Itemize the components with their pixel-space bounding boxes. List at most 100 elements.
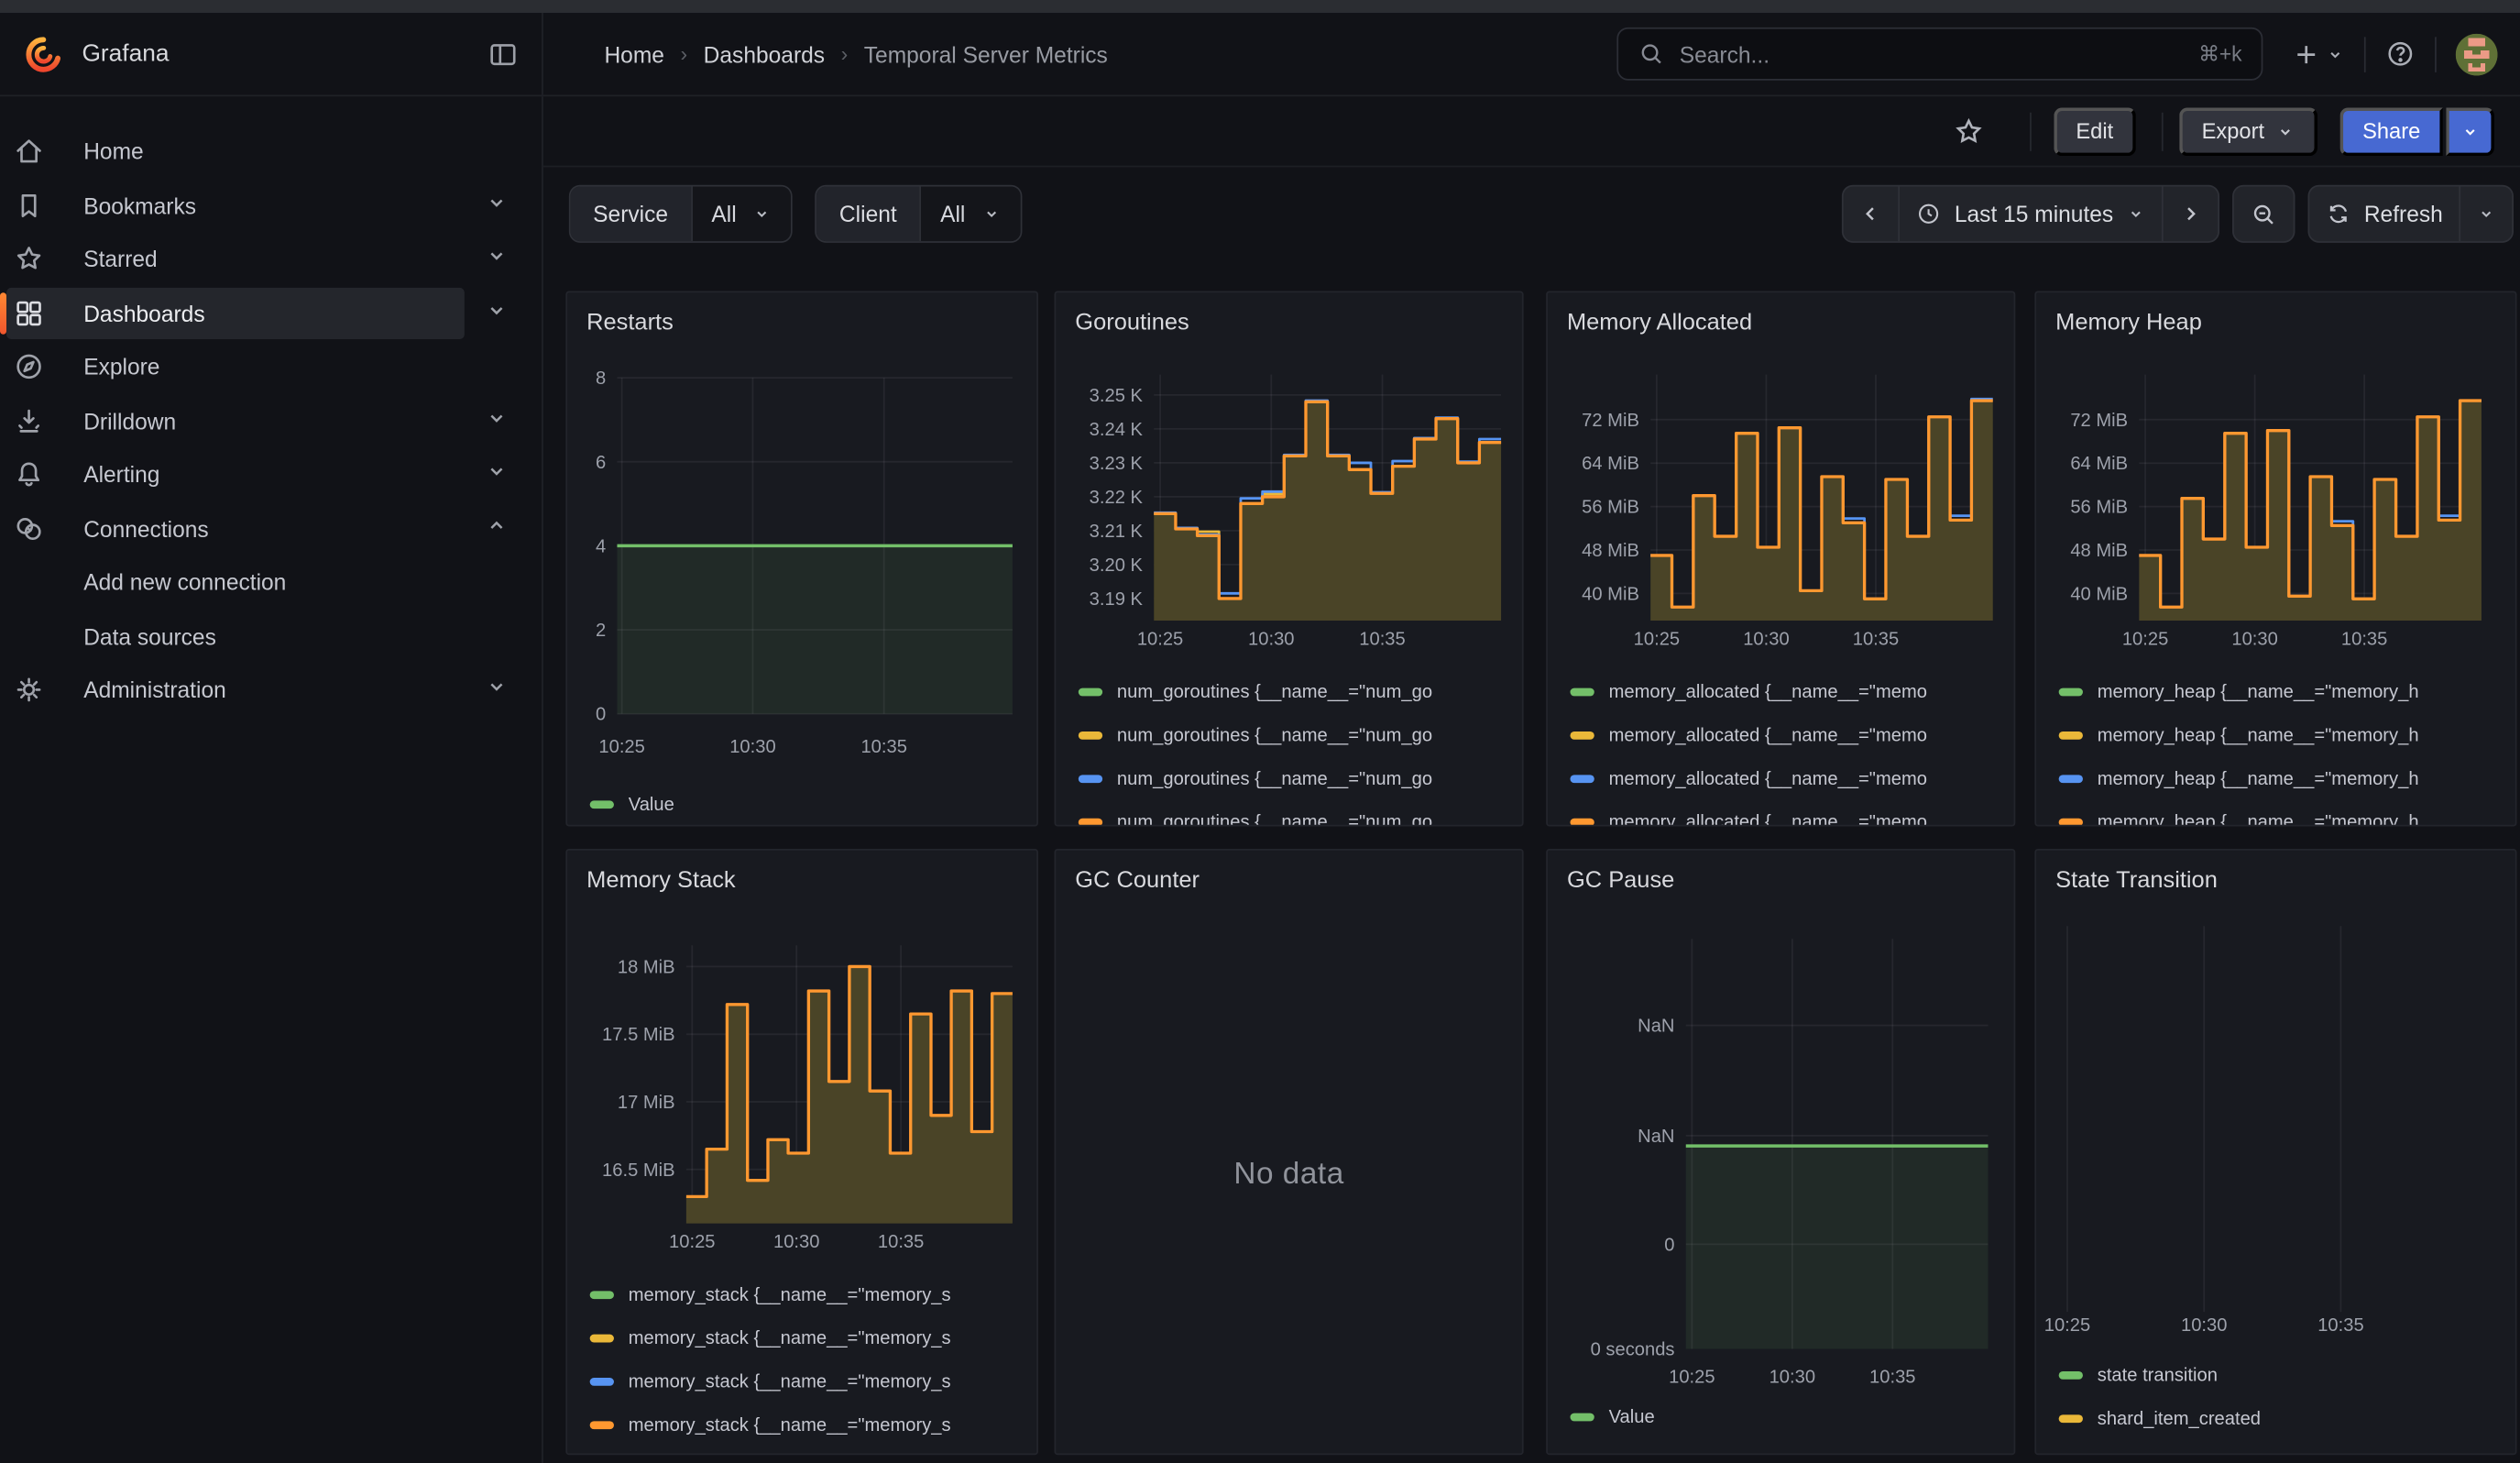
- chevron-down-icon[interactable]: [484, 297, 509, 323]
- legend-item[interactable]: memory_allocated {__name__="memo: [1570, 800, 1998, 826]
- time-range-picker[interactable]: Last 15 minutes: [1898, 186, 2161, 241]
- sidebar-link[interactable]: Drilldown: [6, 395, 465, 446]
- zoom-out-button[interactable]: [2234, 186, 2294, 241]
- svg-text:3.24 K: 3.24 K: [1090, 420, 1144, 440]
- legend-item[interactable]: shard_item_created: [2059, 1397, 2500, 1440]
- refresh-button[interactable]: Refresh: [2309, 186, 2459, 241]
- panel-title[interactable]: Restarts: [567, 292, 1036, 339]
- share-button[interactable]: Share: [2340, 107, 2443, 156]
- panel-chart[interactable]: 10:2510:3010:3518 MiB17.5 MiB17 MiB16.5 …: [567, 923, 1036, 1264]
- sidebar-link[interactable]: Alerting: [6, 448, 465, 500]
- sidebar-item-bookmarks: Bookmarks: [6, 180, 535, 231]
- legend-item[interactable]: memory_stack {__name__="memory_s: [590, 1316, 1021, 1359]
- svg-text:10:30: 10:30: [2181, 1315, 2227, 1336]
- help-button[interactable]: [2385, 38, 2416, 69]
- favorite-star-icon[interactable]: [1952, 115, 1984, 147]
- svg-text:6: 6: [596, 453, 606, 473]
- star-icon: [13, 243, 45, 275]
- panel-title[interactable]: GC Pause: [1548, 851, 2014, 897]
- legend-item[interactable]: memory_stack {__name__="memory_s: [590, 1360, 1021, 1403]
- legend-item[interactable]: state transition: [2059, 1354, 2500, 1397]
- legend-item[interactable]: memory_stack {__name__="memory_s: [590, 1273, 1021, 1316]
- sidebar-link[interactable]: Bookmarks: [6, 180, 465, 231]
- link-icon: [13, 512, 45, 544]
- panel-gcpause: GC Pause 10:2510:3010:35NaNNaN00 secondsV…: [1546, 849, 2015, 1455]
- legend-item[interactable]: Value: [590, 783, 1021, 826]
- panel-title[interactable]: Memory Stack: [567, 851, 1036, 897]
- sidebar-link[interactable]: Explore: [6, 341, 465, 392]
- panel-chart[interactable]: 10:2510:3010:3586420: [567, 365, 1036, 766]
- client-variable-value[interactable]: All: [919, 186, 1020, 241]
- divider: [2435, 36, 2437, 72]
- edit-button[interactable]: Edit: [2054, 107, 2136, 156]
- legend-swatch: [1570, 776, 1594, 783]
- legend-item[interactable]: memory_heap {__name__="memory_h: [2059, 800, 2500, 826]
- chevron-down-icon[interactable]: [484, 243, 509, 269]
- share-dropdown-button[interactable]: [2446, 107, 2494, 156]
- search-input[interactable]: Search... ⌘+k: [1616, 28, 2263, 81]
- breadcrumb-home[interactable]: Home: [604, 41, 664, 67]
- legend-item[interactable]: memory_stack {__name__="memory_s: [590, 1403, 1021, 1446]
- legend-item[interactable]: num_goroutines {__name__="num_go: [1079, 670, 1507, 713]
- svg-text:10:25: 10:25: [669, 1232, 715, 1252]
- chevron-down-icon[interactable]: [484, 189, 509, 214]
- panel-title[interactable]: Memory Allocated: [1548, 292, 2014, 339]
- panel-legend: memory_heap {__name__="memory_hmemory_he…: [2036, 670, 2515, 826]
- user-avatar[interactable]: [2456, 33, 2498, 75]
- sidebar-item-label: Bookmarks: [83, 192, 196, 218]
- sidebar-link[interactable]: Add new connection: [6, 556, 465, 608]
- legend-item[interactable]: memory_heap {__name__="memory_h: [2059, 757, 2500, 800]
- chevron-down-icon: [2126, 204, 2145, 224]
- legend-item[interactable]: memory_allocated {__name__="memo: [1570, 714, 1998, 757]
- sidebar-link[interactable]: Connections: [6, 502, 465, 554]
- legend-item[interactable]: memory_allocated {__name__="memo: [1570, 757, 1998, 800]
- legend-label: memory_stack {__name__="memory_s: [629, 1372, 951, 1392]
- brand-title[interactable]: Grafana: [82, 40, 169, 68]
- chevron-up-icon[interactable]: [484, 512, 509, 538]
- panel-title[interactable]: Goroutines: [1056, 292, 1522, 339]
- panel-chart[interactable]: 10:2510:3010:35NaNNaN00 seconds: [1548, 923, 2015, 1396]
- panel-title[interactable]: Memory Heap: [2036, 292, 2515, 339]
- add-new-button[interactable]: [2292, 39, 2345, 69]
- sidebar-item-label: Dashboards: [83, 300, 204, 325]
- home-icon: [13, 135, 45, 167]
- legend-item[interactable]: num_goroutines {__name__="num_go: [1079, 714, 1507, 757]
- time-shift-forward-button[interactable]: [2162, 186, 2218, 241]
- service-variable-value[interactable]: All: [691, 186, 792, 241]
- panel-chart[interactable]: 10:2510:3010:35: [2036, 923, 2505, 1345]
- dock-sidebar-icon[interactable]: [487, 38, 519, 70]
- legend-item[interactable]: memory_heap {__name__="memory_h: [2059, 670, 2500, 713]
- panel-chart[interactable]: 10:2510:3010:353.25 K3.24 K3.23 K3.22 K3…: [1056, 365, 1523, 657]
- divider: [2030, 112, 2032, 150]
- sidebar-link[interactable]: Home: [6, 126, 465, 177]
- sidebar-link[interactable]: Data sources: [6, 610, 465, 662]
- legend-item[interactable]: num_goroutines {__name__="num_go: [1079, 757, 1507, 800]
- export-button[interactable]: Export: [2179, 107, 2317, 156]
- panel-chart[interactable]: 10:2510:3010:3572 MiB64 MiB56 MiB48 MiB4…: [2036, 365, 2505, 657]
- chevron-down-icon[interactable]: [484, 674, 509, 699]
- time-shift-back-button[interactable]: [1844, 186, 1899, 241]
- sidebar-link[interactable]: Administration: [6, 664, 465, 715]
- legend-item[interactable]: memory_allocated {__name__="memo: [1570, 670, 1998, 713]
- sidebar-item-label: Alerting: [83, 461, 159, 487]
- legend-item[interactable]: Value: [1570, 1395, 1998, 1438]
- sidebar-link[interactable]: Dashboards: [6, 287, 465, 338]
- service-variable-label: Service: [571, 186, 691, 241]
- sidebar-item-label: Home: [83, 138, 144, 164]
- panel-title[interactable]: GC Counter: [1056, 851, 1522, 897]
- sidebar-link[interactable]: Starred: [6, 233, 465, 284]
- panel-chart[interactable]: 10:2510:3010:3572 MiB64 MiB56 MiB48 MiB4…: [1548, 365, 2015, 657]
- refresh-interval-dropdown[interactable]: [2459, 186, 2512, 241]
- legend-item[interactable]: num_goroutines {__name__="num_go: [1079, 800, 1507, 826]
- svg-text:10:30: 10:30: [729, 737, 775, 757]
- chevron-down-icon[interactable]: [484, 458, 509, 484]
- breadcrumb-dashboards[interactable]: Dashboards: [704, 41, 825, 67]
- chevron-down-icon[interactable]: [484, 404, 509, 430]
- legend-item[interactable]: memory_heap {__name__="memory_h: [2059, 714, 2500, 757]
- dashboard-main: Edit Export Share Service: [543, 96, 2520, 1463]
- panel-memstack: Memory Stack 10:2510:3010:3518 MiB17.5 Mi…: [565, 849, 1038, 1455]
- legend-swatch: [590, 801, 614, 808]
- panel-title[interactable]: State Transition: [2036, 851, 2515, 897]
- legend-swatch: [2059, 776, 2083, 783]
- legend-label: state transition: [2098, 1366, 2218, 1385]
